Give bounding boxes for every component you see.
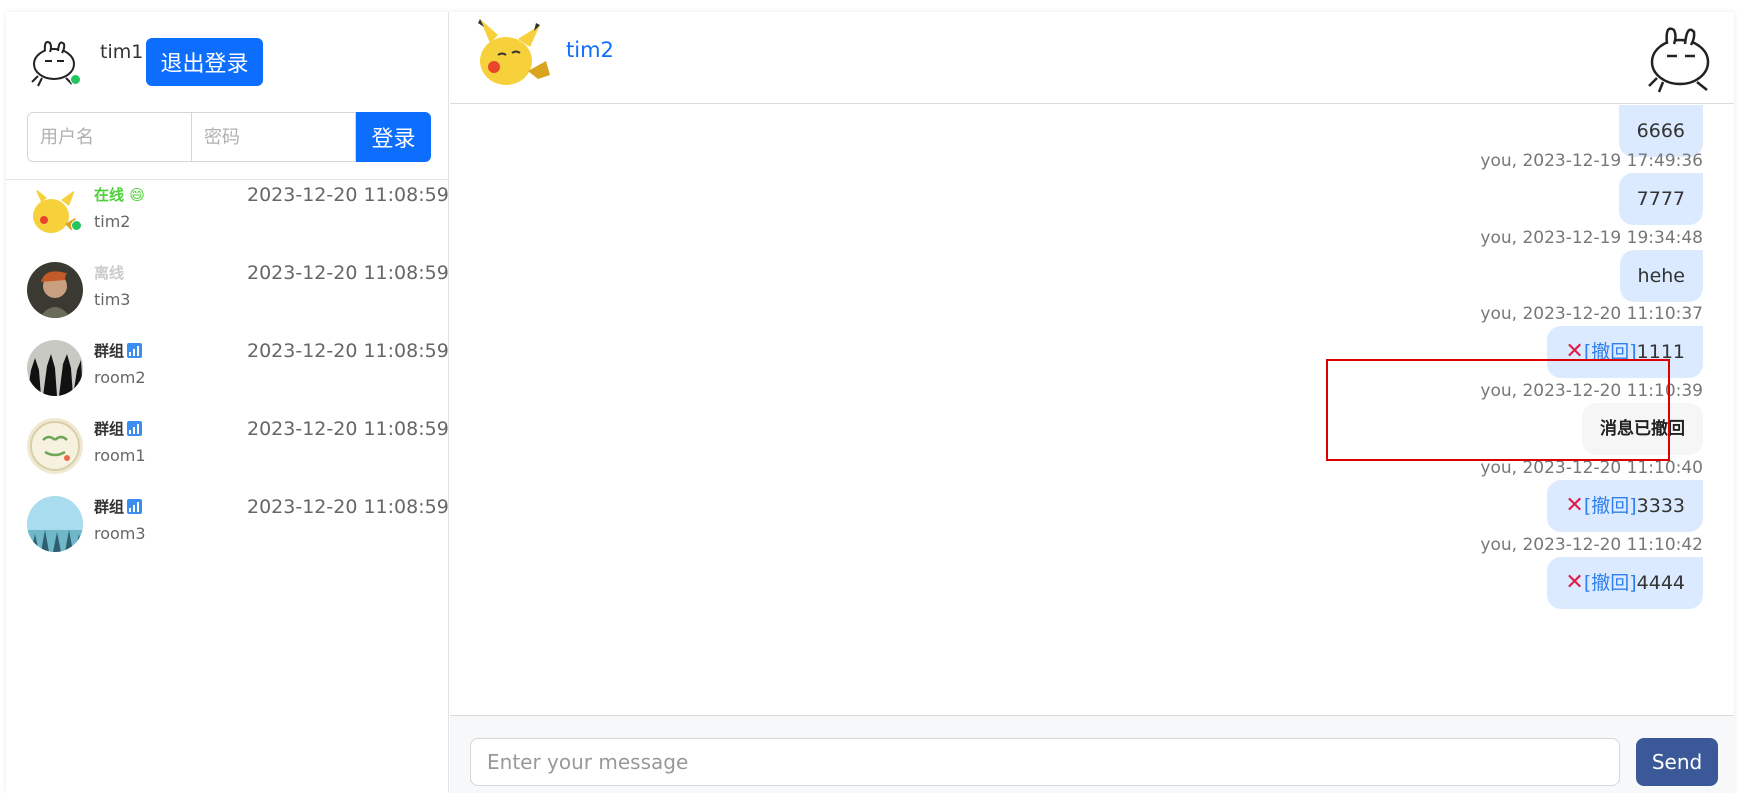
message-bubble[interactable]: 7777 xyxy=(1618,173,1703,225)
message-bubble[interactable]: hehe xyxy=(1619,250,1703,302)
contact-name: room2 xyxy=(94,368,146,387)
message-bubble[interactable]: ✕[撤回]4444 xyxy=(1547,557,1703,609)
current-username: tim1 xyxy=(100,41,144,63)
group-avatar xyxy=(27,340,83,396)
contact-name: room3 xyxy=(94,524,146,543)
x-icon[interactable]: ✕ xyxy=(1565,339,1583,364)
chat-header: tim2 xyxy=(450,12,1734,104)
message-meta: you, 2023-12-20 11:10:37 xyxy=(1480,304,1703,324)
login-form: 登录 xyxy=(27,112,435,162)
contact-item[interactable]: 群组 room1 2023-12-20 11:08:59 xyxy=(6,416,449,492)
self-avatar[interactable] xyxy=(1645,20,1715,94)
sidebar: tim1 退出登录 登录 在线 😄 tim2 2023-12-20 11:08:… xyxy=(6,12,449,793)
x-icon[interactable]: ✕ xyxy=(1565,493,1583,518)
contact-status: 群组 xyxy=(94,418,143,439)
message-bubble[interactable]: ✕[撤回]3333 xyxy=(1547,480,1703,532)
signal-icon xyxy=(127,499,143,514)
composer: Send xyxy=(450,715,1734,793)
recall-link[interactable]: [撤回] xyxy=(1584,572,1637,594)
message-meta: you, 2023-12-19 19:34:48 xyxy=(1480,228,1703,248)
contact-item[interactable]: 群组 room2 2023-12-20 11:08:59 xyxy=(6,338,449,414)
message-meta: you, 2023-12-20 11:10:39 xyxy=(1480,381,1703,401)
contact-time: 2023-12-20 11:08:59 xyxy=(247,184,449,206)
contact-item[interactable]: 群组 room3 2023-12-20 11:08:59 xyxy=(6,494,449,570)
group-avatar xyxy=(27,418,83,474)
contact-time: 2023-12-20 11:08:59 xyxy=(247,496,449,518)
message-meta: you, 2023-12-19 17:49:36 xyxy=(1480,151,1703,171)
contact-name: tim3 xyxy=(94,290,131,309)
current-user: tim1 退出登录 xyxy=(28,32,448,92)
recall-link[interactable]: [撤回] xyxy=(1584,341,1637,363)
message-list: 6666 you, 2023-12-19 17:49:36 7777 you, … xyxy=(450,105,1734,715)
online-dot-icon xyxy=(71,220,82,231)
peer-name: tim2 xyxy=(566,38,614,62)
contact-time: 2023-12-20 11:08:59 xyxy=(247,418,449,440)
contact-status: 群组 xyxy=(94,340,143,361)
logout-button[interactable]: 退出登录 xyxy=(146,38,263,86)
contact-name: tim2 xyxy=(94,212,131,231)
peer-avatar[interactable] xyxy=(472,15,552,95)
message-meta: you, 2023-12-20 11:10:40 xyxy=(1480,458,1703,478)
message-bubble[interactable]: ✕[撤回]1111 xyxy=(1547,326,1703,378)
username-input[interactable] xyxy=(27,112,192,162)
message-meta: you, 2023-12-20 11:10:42 xyxy=(1480,535,1703,555)
send-button[interactable]: Send xyxy=(1636,738,1718,786)
contact-status: 在线 😄 xyxy=(94,186,145,204)
online-dot-icon xyxy=(70,74,81,85)
contact-avatar xyxy=(27,262,83,318)
contact-time: 2023-12-20 11:08:59 xyxy=(247,262,449,284)
signal-icon xyxy=(127,421,143,436)
login-button[interactable]: 登录 xyxy=(356,112,431,162)
x-icon[interactable]: ✕ xyxy=(1565,570,1583,595)
contact-time: 2023-12-20 11:08:59 xyxy=(247,340,449,362)
chat-app: tim1 退出登录 登录 在线 😄 tim2 2023-12-20 11:08:… xyxy=(6,12,1734,793)
contact-name: room1 xyxy=(94,446,146,465)
contact-status: 群组 xyxy=(94,496,143,517)
signal-icon xyxy=(127,343,143,358)
contact-status: 离线 xyxy=(94,264,125,282)
group-avatar xyxy=(27,496,83,552)
password-input[interactable] xyxy=(192,112,356,162)
recalled-notice: 消息已撤回 xyxy=(1582,403,1703,455)
recall-link[interactable]: [撤回] xyxy=(1584,495,1637,517)
chat-panel: tim2 6666 you, 2023-12-19 17:49:36 7777 … xyxy=(450,12,1734,793)
contact-avatar xyxy=(27,184,83,240)
contact-item[interactable]: 离线 tim3 2023-12-20 11:08:59 xyxy=(6,260,449,336)
divider xyxy=(6,179,449,180)
message-bubble[interactable]: 6666 xyxy=(1618,105,1703,157)
contact-item[interactable]: 在线 😄 tim2 2023-12-20 11:08:59 xyxy=(6,182,449,258)
message-input[interactable] xyxy=(470,738,1620,786)
